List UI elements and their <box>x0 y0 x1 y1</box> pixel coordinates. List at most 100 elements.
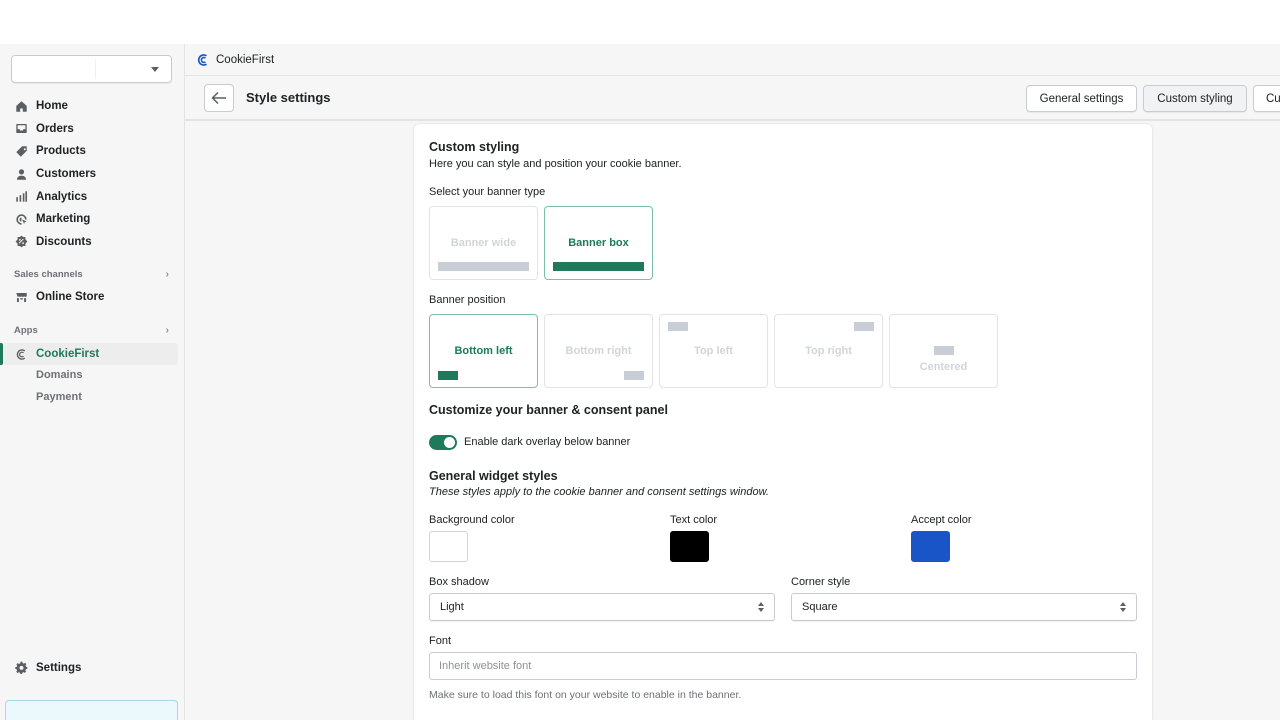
tab-custom-styling[interactable]: Custom styling <box>1143 85 1247 112</box>
custom-styling-card: Custom styling Here you can style and po… <box>414 124 1152 720</box>
sidebar-item-label: Orders <box>36 122 74 135</box>
main-area: CookieFirst Style settings General setti… <box>185 44 1280 720</box>
position-preview-marker <box>934 346 954 355</box>
store-selector[interactable] <box>11 55 172 83</box>
position-top-right[interactable]: Top right <box>774 314 883 388</box>
customize-section-title: Customize your banner & consent panel <box>429 403 668 417</box>
position-bottom-left[interactable]: Bottom left <box>429 314 538 388</box>
tag-icon <box>15 145 28 158</box>
option-label: Top right <box>805 345 852 357</box>
select-arrows-icon <box>758 602 764 613</box>
store-icon <box>15 291 28 304</box>
sales-channels-label: Sales channels <box>14 269 83 280</box>
sidebar-item-discounts[interactable]: Discounts <box>0 231 185 254</box>
sidebar-item-label: Marketing <box>36 213 91 226</box>
app-name: CookieFirst <box>216 53 275 66</box>
caret-down-icon <box>151 67 159 72</box>
dark-overlay-label: Enable dark overlay below banner <box>464 436 631 448</box>
sidebar-info-banner <box>5 700 178 720</box>
sales-channels-header[interactable]: Sales channels › <box>14 269 169 280</box>
sidebar-item-label: Online Store <box>36 291 105 304</box>
banner-type-label: Select your banner type <box>429 186 546 198</box>
sidebar-item-label: Products <box>36 145 86 158</box>
chevron-right-icon[interactable]: › <box>166 325 169 336</box>
widget-styles-title: General widget styles <box>429 469 558 483</box>
sidebar-item-label: Analytics <box>36 190 88 203</box>
target-icon <box>15 213 28 226</box>
sidebar-item-home[interactable]: Home <box>0 95 185 118</box>
font-help-text: Make sure to load this font on your webs… <box>429 689 742 701</box>
sidebar-subitem-domains[interactable]: Domains <box>36 369 82 381</box>
sidebar-item-settings[interactable]: Settings <box>15 661 81 674</box>
option-label: Banner box <box>568 237 629 249</box>
sidebar-item-analytics[interactable]: Analytics <box>0 185 185 208</box>
sidebar-subitem-payment[interactable]: Payment <box>36 391 82 403</box>
page-title: Style settings <box>246 90 331 105</box>
store-selector-divider <box>95 59 96 79</box>
option-label: Top left <box>694 345 733 357</box>
sidebar-item-cookiefirst[interactable]: CookieFirst <box>4 343 178 365</box>
box-shadow-select[interactable]: Light <box>429 593 775 621</box>
cookiefirst-icon <box>15 348 28 361</box>
box-shadow-value: Light <box>440 601 464 613</box>
sidebar-item-marketing[interactable]: Marketing <box>0 208 185 231</box>
accept-color-swatch[interactable] <box>911 531 950 562</box>
sidebar-item-label: Discounts <box>36 235 92 248</box>
position-preview-marker <box>668 322 688 331</box>
text-color-swatch[interactable] <box>670 531 709 562</box>
select-arrows-icon <box>1120 602 1126 613</box>
sidebar-item-customers[interactable]: Customers <box>0 163 185 186</box>
title-bar: Style settings General settings Custom s… <box>185 77 1280 121</box>
apps-label: Apps <box>14 325 38 336</box>
card-subtitle: Here you can style and position your coo… <box>429 158 682 170</box>
sidebar-item-label: CookieFirst <box>36 348 100 360</box>
tab-general-settings[interactable]: General settings <box>1026 85 1137 112</box>
cookiefirst-logo-icon <box>197 53 207 66</box>
option-label: Bottom right <box>565 345 632 357</box>
apps-header[interactable]: Apps › <box>14 325 169 336</box>
sidebar-item-orders[interactable]: Orders <box>0 118 185 141</box>
card-title: Custom styling <box>429 140 520 154</box>
banner-type-wide[interactable]: Banner wide <box>429 206 538 280</box>
widget-styles-description: These styles apply to the cookie banner … <box>429 486 769 498</box>
sidebar: Home Orders Products Customers Analytics… <box>0 44 185 720</box>
box-shadow-label: Box shadow <box>429 576 489 588</box>
font-input[interactable] <box>429 652 1137 680</box>
banner-preview-bar <box>553 262 644 271</box>
sidebar-item-online-store[interactable]: Online Store <box>0 286 185 309</box>
position-centered[interactable]: Centered <box>889 314 998 388</box>
position-preview-marker <box>438 371 458 380</box>
position-preview-marker <box>854 322 874 331</box>
gear-icon <box>15 661 28 674</box>
active-indicator <box>0 343 3 365</box>
option-label: Banner wide <box>450 237 517 249</box>
option-label: Centered <box>919 361 968 373</box>
bar-chart-icon <box>15 190 28 203</box>
text-color-label: Text color <box>670 514 718 526</box>
position-preview-marker <box>624 371 644 380</box>
option-label: Bottom left <box>454 345 513 357</box>
chevron-right-icon[interactable]: › <box>166 269 169 280</box>
sidebar-item-label: Settings <box>36 661 82 674</box>
discount-icon <box>15 235 28 248</box>
font-label: Font <box>429 635 452 647</box>
tab-truncated[interactable]: Cu <box>1253 85 1280 112</box>
accept-color-label: Accept color <box>911 514 972 526</box>
sidebar-item-label: Customers <box>36 168 97 181</box>
dark-overlay-toggle[interactable] <box>429 435 457 450</box>
person-icon <box>15 168 28 181</box>
sidebar-item-label: Home <box>36 100 68 113</box>
banner-type-box[interactable]: Banner box <box>544 206 653 280</box>
toggle-knob <box>444 437 455 448</box>
orders-icon <box>15 122 28 135</box>
top-blank-area <box>0 0 1280 44</box>
corner-style-label: Corner style <box>791 576 851 588</box>
background-color-label: Background color <box>429 514 515 526</box>
sidebar-item-products[interactable]: Products <box>0 140 185 163</box>
position-bottom-right[interactable]: Bottom right <box>544 314 653 388</box>
corner-style-select[interactable]: Square <box>791 593 1137 621</box>
position-top-left[interactable]: Top left <box>659 314 768 388</box>
background-color-swatch[interactable] <box>429 531 468 562</box>
banner-preview-bar <box>438 262 529 271</box>
back-button[interactable] <box>204 84 234 112</box>
